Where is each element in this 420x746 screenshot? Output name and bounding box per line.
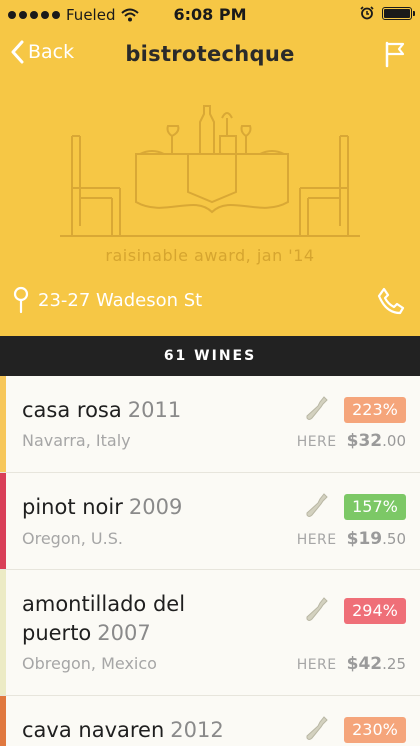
wine-row-amontillado[interactable]: amontillado del puerto 2007 Obregon, Mexi… (0, 570, 420, 696)
wine-color-stripe (0, 696, 6, 746)
markup-badge: 230% (344, 717, 406, 743)
price-cents: .25 (382, 655, 406, 673)
bottle-icon[interactable] (306, 396, 328, 422)
flag-icon[interactable] (382, 40, 408, 68)
markup-badge: 223% (344, 397, 406, 423)
price: $19.50 (347, 529, 406, 549)
restaurant-header: Back bistrotechque raisinable award, jan… (0, 30, 420, 336)
wine-list: casa rosa 2011 Navarra, Italy 223% HERE $… (0, 376, 420, 746)
price-main: $32 (346, 431, 383, 451)
status-time: 6:08 PM (173, 5, 247, 24)
wine-name-text: amontillado del (22, 592, 186, 616)
price-block: HERE $19.50 (297, 529, 406, 549)
dining-table-illustration (60, 105, 360, 237)
wine-name: amontillado del puerto 2007 (22, 590, 272, 648)
price-block: HERE $32.00 (297, 431, 406, 451)
status-right (360, 6, 415, 20)
here-label: HERE (296, 657, 337, 673)
status-bar: Fueled 6:08 PM (0, 0, 420, 30)
wine-name: casa rosa 2011 (22, 396, 181, 425)
restaurant-name: bistrotechque (125, 42, 295, 66)
wine-row-casa-rosa[interactable]: casa rosa 2011 Navarra, Italy 223% HERE $… (0, 376, 420, 473)
wine-row-cava-navaren[interactable]: cava navaren 2012 230% (0, 696, 420, 746)
address-text: 23-27 Wadeson St (38, 289, 203, 311)
price: $32.00 (347, 431, 406, 451)
price-cents: .50 (382, 530, 406, 548)
here-label: HERE (296, 434, 337, 450)
wine-year: 2007 (97, 621, 151, 645)
bottle-icon[interactable] (306, 716, 328, 742)
price-main: $42 (346, 654, 383, 674)
wine-name-text: casa rosa (22, 398, 122, 422)
battery-icon (382, 6, 415, 20)
price-block: HERE $42.25 (297, 654, 406, 674)
wine-color-stripe (0, 473, 6, 569)
bottle-icon[interactable] (306, 597, 328, 623)
wine-name-text: cava navaren (22, 718, 165, 742)
price: $42.25 (347, 654, 406, 674)
award-label: raisinable award, jan '14 (105, 246, 315, 265)
wine-origin: Oregon, U.S. (22, 529, 123, 548)
wine-year: 2009 (128, 495, 183, 519)
bottle-icon[interactable] (306, 493, 328, 519)
wine-row-pinot-noir[interactable]: pinot noir 2009 Oregon, U.S. 157% HERE $1… (0, 473, 420, 570)
price-cents: .00 (382, 432, 406, 450)
markup-badge: 294% (344, 598, 406, 624)
map-pin-icon (13, 286, 29, 314)
wine-name: pinot noir 2009 (22, 493, 182, 522)
phone-icon[interactable] (376, 286, 406, 316)
wine-origin: Obregon, Mexico (22, 654, 157, 673)
markup-badge: 157% (344, 494, 406, 520)
alarm-icon (360, 6, 374, 20)
price-main: $19 (346, 529, 383, 549)
battery-fill (384, 8, 410, 18)
wine-count-bar: 61 WINES (0, 336, 420, 376)
wine-color-stripe (0, 376, 6, 472)
wine-origin: Navarra, Italy (22, 431, 131, 450)
wine-color-stripe (0, 570, 6, 695)
wine-year: 2012 (170, 718, 224, 742)
wine-year: 2011 (127, 398, 182, 422)
wine-name-text: pinot noir (22, 495, 123, 519)
wine-name: cava navaren 2012 (22, 716, 224, 745)
wine-name-text-line2: puerto (22, 621, 92, 645)
here-label: HERE (296, 532, 337, 548)
address-link[interactable]: 23-27 Wadeson St (12, 286, 202, 314)
